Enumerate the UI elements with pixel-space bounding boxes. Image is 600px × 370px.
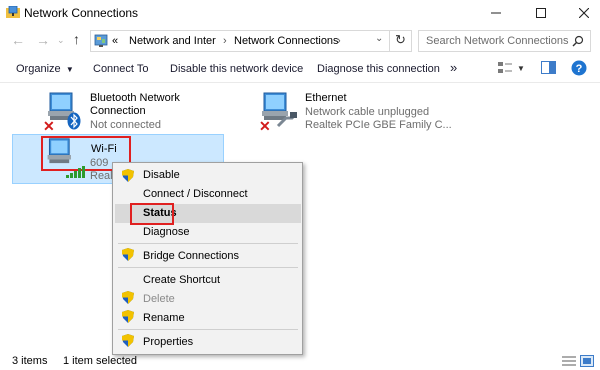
disable-device-button[interactable]: Disable this network device: [170, 63, 303, 75]
details-view-icon[interactable]: [562, 355, 576, 367]
network-folder-icon: [6, 6, 20, 18]
menu-separator: [118, 243, 298, 244]
signal-strength-icon: [66, 166, 85, 178]
ethernet-cable-icon: [276, 112, 298, 128]
menu-item-rename[interactable]: Rename: [143, 312, 185, 324]
view-options-caret-icon[interactable]: ▼: [517, 64, 525, 73]
uac-shield-icon: [122, 334, 134, 347]
disconnected-x-icon: ✕: [259, 118, 271, 134]
wifi-status: 609: [90, 157, 109, 169]
large-icons-view-icon[interactable]: [580, 355, 594, 367]
organize-label: Organize: [16, 63, 61, 75]
dropdown-caret-icon: ▼: [63, 65, 74, 74]
diagnose-connection-button[interactable]: Diagnose this connection: [317, 63, 440, 75]
address-dropdown-icon[interactable]: ⌄: [375, 33, 383, 44]
close-icon: [579, 8, 589, 18]
search-icon[interactable]: [572, 35, 584, 47]
menu-separator: [118, 329, 298, 330]
change-view-icon[interactable]: [497, 61, 513, 75]
uac-shield-icon: [122, 169, 134, 182]
search-input[interactable]: Search Network Connections: [426, 35, 568, 47]
menu-item-diagnose[interactable]: Diagnose: [143, 226, 189, 238]
ethernet-title[interactable]: Ethernet: [305, 92, 347, 104]
bluetooth-icon: [67, 112, 81, 130]
control-panel-icon: [94, 34, 108, 47]
menu-item-delete: Delete: [143, 293, 175, 305]
maximize-icon: [536, 8, 546, 18]
breadcrumb-separator-icon[interactable]: ›: [223, 35, 227, 47]
up-arrow-icon[interactable]: ↑: [73, 31, 80, 47]
bluetooth-status: Not connected: [90, 119, 161, 131]
items-count: 3 items: [12, 355, 48, 367]
uac-shield-icon: [122, 310, 134, 323]
maximize-button[interactable]: [525, 0, 557, 26]
forward-arrow-icon[interactable]: →: [36, 32, 50, 48]
preview-pane-icon[interactable]: [541, 61, 556, 74]
svg-text:?: ?: [576, 63, 583, 75]
minimize-button[interactable]: [480, 0, 512, 26]
back-arrow-icon[interactable]: ←: [11, 32, 25, 48]
breadcrumb-separator-icon[interactable]: ›: [337, 35, 341, 47]
breadcrumb-overflow[interactable]: «: [112, 35, 118, 47]
ethernet-status: Network cable unplugged: [305, 106, 430, 118]
breadcrumb-network-internet[interactable]: Network and Inter: [129, 35, 216, 47]
more-commands-button[interactable]: »: [450, 60, 457, 75]
bluetooth-title-line1[interactable]: Bluetooth Network: [90, 92, 180, 104]
menu-item-connect-disconnect[interactable]: Connect / Disconnect: [143, 188, 248, 200]
menu-item-disable[interactable]: Disable: [143, 169, 180, 181]
uac-shield-icon: [122, 248, 134, 261]
ethernet-device: Realtek PCIe GBE Family C...: [305, 119, 452, 131]
disconnected-x-icon: ✕: [43, 118, 55, 134]
address-divider: [389, 31, 390, 51]
close-button[interactable]: [568, 0, 600, 26]
recent-locations-chevron-icon[interactable]: ⌄: [57, 35, 65, 46]
wifi-title[interactable]: Wi-Fi: [91, 143, 117, 155]
menu-separator: [118, 267, 298, 268]
refresh-icon[interactable]: ↻: [395, 32, 406, 48]
bluetooth-title-line2[interactable]: Connection: [90, 105, 146, 117]
breadcrumb-network-connections[interactable]: Network Connections: [234, 35, 339, 47]
status-highlight-box: [130, 203, 174, 225]
menu-item-bridge-connections[interactable]: Bridge Connections: [143, 250, 239, 262]
uac-shield-icon: [122, 291, 134, 304]
menu-item-create-shortcut[interactable]: Create Shortcut: [143, 274, 220, 286]
minimize-icon: [491, 12, 501, 14]
connect-to-button[interactable]: Connect To: [93, 63, 148, 75]
organize-menu[interactable]: Organize ▼: [16, 63, 74, 75]
menu-item-properties[interactable]: Properties: [143, 336, 193, 348]
selection-count: 1 item selected: [63, 355, 137, 367]
help-icon[interactable]: ?: [571, 60, 587, 76]
window-title: Network Connections: [24, 6, 139, 20]
